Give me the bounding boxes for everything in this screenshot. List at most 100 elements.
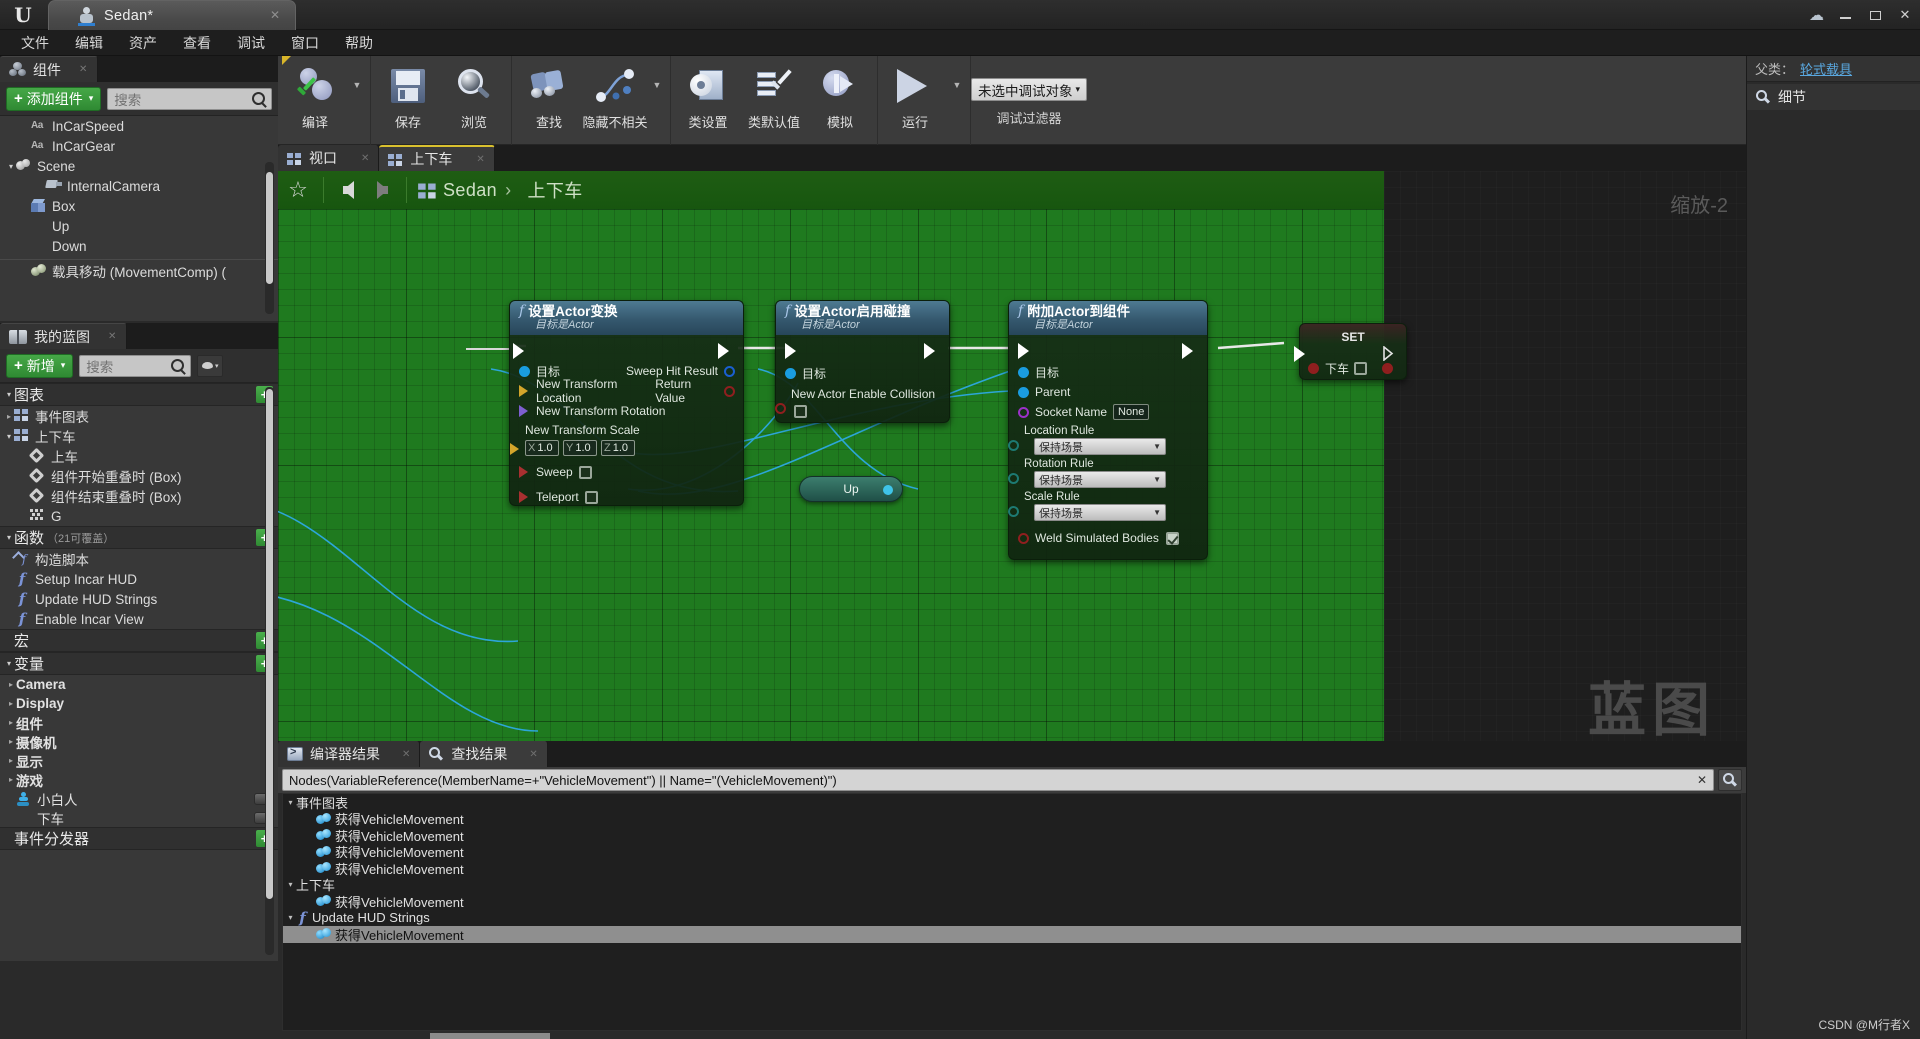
section-header-event-dispatcher[interactable]: 事件分发器+ (0, 827, 278, 850)
variable-item-3[interactable]: ▸ 摄像机 (0, 732, 278, 751)
blueprint-item-1-0[interactable]: f 构造脚本 (0, 549, 278, 569)
scale-x-input[interactable]: X 1.0 (525, 440, 559, 456)
component-item-0[interactable]: Aa InCarSpeed (0, 116, 278, 136)
target-in-pin[interactable] (519, 365, 530, 377)
result-row-5[interactable]: ▾ 上下车 (283, 877, 1741, 893)
new-transform-scale-in-pin[interactable] (510, 443, 519, 455)
toolbar-button-模拟[interactable]: 模拟 (807, 56, 873, 140)
breadcrumb-root[interactable]: Sedan (443, 180, 497, 201)
scale-rule-in-pin[interactable] (1008, 506, 1019, 517)
find-results-list[interactable]: ▾ 事件图表 获得VehicleMovement 获得VehicleMovement 获… (282, 793, 1742, 1031)
weld-simulated-bodies-in-pin[interactable] (1018, 532, 1029, 544)
node-set-variable[interactable]: SET 下车 (1294, 323, 1407, 380)
component-item-3[interactable]: InternalCamera (0, 176, 278, 196)
result-row-3[interactable]: 获得VehicleMovement (283, 844, 1741, 860)
return-value-out-pin[interactable] (724, 385, 735, 397)
tab-graph-close-icon[interactable]: ✕ (476, 154, 484, 165)
tree-toggle-icon[interactable]: ▸ (6, 718, 16, 727)
rotation-rule-in-pin[interactable] (1008, 473, 1019, 484)
up-node-out-pin[interactable] (883, 485, 893, 495)
component-item-7[interactable]: 载具移动 (MovementComp) ( (0, 259, 278, 280)
parent-class-link[interactable]: 轮式载具 (1800, 59, 1852, 78)
exec-out-pin[interactable] (1383, 345, 1394, 362)
tab-graph-shangxiache[interactable]: 上下车 ✕ (379, 145, 495, 171)
toolbar-dropdown-caret-编译[interactable]: ▼ (348, 56, 366, 140)
node-set-actor-transform[interactable]: f 设置Actor变换 目标是Actor 目标 Sweep Hit Result… (509, 300, 744, 506)
scale-y-input[interactable]: Y 1.0 (563, 440, 597, 456)
node-get-up-variable[interactable]: Up (799, 476, 903, 502)
result-row-6[interactable]: 获得VehicleMovement (283, 893, 1741, 910)
new-transform-location-in-pin[interactable] (519, 385, 528, 397)
sweep-hit-result-out-pin[interactable] (724, 365, 735, 377)
new-actor-enable-collision-in-pin[interactable] (775, 403, 786, 414)
set-var-checkbox[interactable] (1354, 362, 1368, 375)
tree-toggle-icon[interactable]: ▸ (6, 680, 16, 689)
blueprint-graph-canvas[interactable]: ☆ Sedan › 上下车 缩放-2 蓝图 f 设置Actor变换 目标是Act… (278, 171, 1746, 741)
find-query-input[interactable]: Nodes(VariableReference(MemberName=+"Veh… (282, 769, 1714, 791)
teleport-checkbox[interactable] (584, 490, 598, 504)
components-search-input[interactable]: 搜索 (107, 87, 272, 110)
menu-item-assets[interactable]: 资产 (116, 30, 170, 56)
variable-item-6[interactable]: 小白人 (0, 789, 278, 808)
variable-item-2[interactable]: ▸ 组件 (0, 713, 278, 732)
clear-icon[interactable]: ✕ (1697, 773, 1707, 787)
node-set-actor-enable-collision[interactable]: f 设置Actor启用碰撞 目标是Actor 目标 New Actor Enab… (775, 300, 950, 423)
parent-in-pin[interactable] (1018, 386, 1029, 398)
socket-name-input[interactable]: None (1113, 404, 1150, 420)
favorite-star-icon[interactable]: ☆ (286, 178, 310, 202)
target-in-pin[interactable] (1018, 366, 1029, 378)
exec-in-pin[interactable] (785, 343, 796, 359)
exec-in-pin[interactable] (513, 343, 524, 359)
menu-item-file[interactable]: 文件 (8, 30, 62, 56)
section-header-2[interactable]: 宏+ (0, 629, 278, 652)
toolbar-button-查找[interactable]: 查找 (516, 56, 582, 140)
tab-components-close-icon[interactable]: ✕ (79, 64, 87, 75)
blueprint-item-1-2[interactable]: f Update HUD Strings (0, 589, 278, 609)
blueprint-item-0-5[interactable]: G (0, 506, 278, 526)
tab-my-blueprint[interactable]: 我的蓝图 ✕ (0, 323, 128, 349)
set-var-in-pin[interactable] (1308, 363, 1319, 374)
tree-toggle-icon[interactable]: ▾ (285, 913, 296, 922)
tab-viewport[interactable]: 视口 ✕ (278, 145, 380, 171)
section-header-3[interactable]: ▾变量+ (0, 652, 278, 675)
blueprint-item-1-3[interactable]: f Enable Incar View (0, 609, 278, 629)
toolbar-button-保存[interactable]: 保存 (375, 56, 441, 140)
location-rule-in-pin[interactable] (1008, 440, 1019, 451)
back-button[interactable] (331, 177, 365, 203)
result-row-0[interactable]: ▾ 事件图表 (283, 794, 1741, 811)
target-in-pin[interactable] (785, 367, 796, 379)
component-item-5[interactable]: Up (0, 216, 278, 236)
rotation-rule-dropdown[interactable]: 保持场景 ▼ (1034, 471, 1166, 488)
socket-name-in-pin[interactable] (1018, 406, 1029, 418)
exec-out-pin[interactable] (718, 343, 729, 359)
sweep-in-pin[interactable] (519, 466, 528, 478)
tab-my-blueprint-close-icon[interactable]: ✕ (108, 331, 116, 342)
tree-toggle-icon[interactable]: ▸ (6, 699, 16, 708)
menu-item-window[interactable]: 窗口 (278, 30, 332, 56)
result-row-7[interactable]: ▾ f Update HUD Strings (283, 910, 1741, 927)
debug-object-dropdown[interactable]: 未选中调试对象 ▾ (971, 78, 1088, 101)
close-button[interactable]: ✕ (1890, 4, 1920, 26)
exec-out-pin[interactable] (1182, 343, 1193, 359)
add-component-button[interactable]: + 添加组件 ▾ (6, 86, 102, 111)
tree-toggle-icon[interactable]: ▾ (285, 798, 296, 807)
tree-toggle-icon[interactable]: ▾ (4, 432, 14, 441)
blueprint-item-0-2[interactable]: 上车 (0, 446, 278, 466)
minimize-button[interactable] (1830, 4, 1860, 26)
result-row-2[interactable]: 获得VehicleMovement (283, 827, 1741, 844)
variable-item-5[interactable]: ▸ 游戏 (0, 770, 278, 789)
toolbar-dropdown-caret-隐藏不相关[interactable]: ▼ (648, 56, 666, 140)
cloud-icon[interactable]: ☁ (1809, 6, 1824, 24)
visibility-toggle-button[interactable]: ▾ (197, 354, 224, 377)
component-item-4[interactable]: Box (0, 196, 278, 216)
toolbar-button-类设置[interactable]: 类设置 (675, 56, 741, 140)
tab-compiler-results-close-icon[interactable]: ✕ (402, 749, 410, 760)
myblueprint-tree[interactable]: ▾图表+ ▸ 事件图表 ▾ 上下车上车组件开始重叠时 (Box) 组件结束重叠时 (Box… (0, 383, 278, 961)
blueprint-item-0-3[interactable]: 组件开始重叠时 (Box) (0, 466, 278, 486)
result-row-1[interactable]: 获得VehicleMovement (283, 811, 1741, 827)
weld-simulated-bodies-checkbox[interactable] (1165, 531, 1179, 545)
tree-toggle-icon[interactable]: ▾ (285, 880, 296, 889)
tab-compiler-results[interactable]: 编译器结果 ✕ (278, 741, 421, 767)
tab-find-results[interactable]: 查找结果 ✕ (420, 741, 548, 767)
tree-toggle-icon[interactable]: ▸ (6, 737, 16, 746)
